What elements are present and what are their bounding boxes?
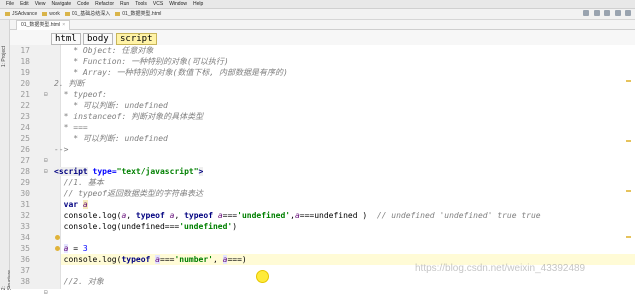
line-number: 18 bbox=[20, 57, 30, 66]
project-panel-toggle[interactable]: 1: Project bbox=[1, 46, 8, 67]
error-stripe-mark[interactable] bbox=[626, 190, 631, 192]
line-number: 27 bbox=[20, 156, 30, 165]
menu-item[interactable]: Code bbox=[77, 0, 89, 8]
line-number: 34 bbox=[20, 233, 30, 242]
error-stripe-mark[interactable] bbox=[626, 140, 631, 142]
menu-bar: File Edit View Navigate Code Refactor Run Tools… bbox=[0, 0, 635, 9]
fold-marker-icon[interactable]: ⊟ bbox=[44, 91, 51, 98]
intention-bulb-icon[interactable] bbox=[55, 246, 60, 251]
line-number: 37 bbox=[20, 266, 30, 275]
line-number: 20 bbox=[20, 79, 30, 88]
code-line[interactable]: --> bbox=[54, 144, 68, 155]
line-number: 19 bbox=[20, 68, 30, 77]
breadcrumb-body[interactable]: body bbox=[83, 33, 113, 45]
line-number: 25 bbox=[20, 134, 30, 143]
line-number: 32 bbox=[20, 211, 30, 220]
code-line[interactable]: * Array: 一种特别的对象(数值下标, 内部数据是有序的) bbox=[54, 67, 288, 78]
navigation-bar: JSAdvance work 01_基础总结深入 01_数据类型.html bbox=[0, 9, 635, 20]
line-number: 23 bbox=[20, 112, 30, 121]
code-line[interactable]: //2. 对象 bbox=[54, 276, 104, 287]
line-number: 24 bbox=[20, 123, 30, 132]
menu-item[interactable]: Help bbox=[193, 0, 203, 8]
stop-icon[interactable] bbox=[604, 10, 611, 16]
line-number: 26 bbox=[20, 145, 30, 154]
run-icon[interactable] bbox=[583, 10, 590, 16]
menu-item[interactable]: Refactor bbox=[95, 0, 114, 8]
line-number: 28 bbox=[20, 167, 30, 176]
menu-item[interactable]: Run bbox=[120, 0, 129, 8]
intention-bulb-icon[interactable] bbox=[55, 235, 60, 240]
editor-tab-bar: 01_数据类型.html × bbox=[10, 20, 635, 30]
code-line[interactable]: * 可以判断: undefined bbox=[54, 133, 168, 144]
nav-crumb[interactable]: 01_基础总结深入 bbox=[65, 9, 110, 19]
close-icon[interactable]: × bbox=[62, 22, 65, 28]
error-stripe-mark[interactable] bbox=[626, 80, 631, 82]
left-tool-strip: 1: Project 2: Structure bbox=[0, 20, 13, 290]
code-line[interactable]: * Object: 任意对象 bbox=[54, 45, 153, 56]
line-number: 22 bbox=[20, 101, 30, 110]
menu-item[interactable]: Tools bbox=[135, 0, 147, 8]
tag-breadcrumb: html body script bbox=[10, 30, 635, 45]
code-line[interactable]: * Function: 一种特别的对象(可以执行) bbox=[54, 56, 228, 67]
nav-crumb[interactable]: 01_数据类型.html bbox=[115, 9, 161, 19]
menu-item[interactable]: VCS bbox=[153, 0, 163, 8]
breadcrumb-script[interactable]: script bbox=[116, 33, 157, 45]
line-number: 33 bbox=[20, 222, 30, 231]
code-line[interactable]: * === bbox=[54, 122, 88, 133]
menu-item[interactable]: Edit bbox=[20, 0, 29, 8]
menu-item[interactable]: File bbox=[6, 0, 14, 8]
code-line[interactable]: //1. 基本 bbox=[54, 177, 104, 188]
structure-panel-toggle[interactable]: 2: Structure bbox=[1, 270, 13, 290]
nav-crumb[interactable]: work bbox=[42, 9, 60, 19]
menu-item[interactable]: View bbox=[35, 0, 46, 8]
search-icon[interactable] bbox=[625, 10, 631, 16]
fold-marker-icon[interactable]: ⊟ bbox=[44, 168, 51, 175]
code-line[interactable]: console.log(a, typeof a, typeof a==='und… bbox=[54, 210, 541, 221]
menu-item[interactable]: Navigate bbox=[51, 0, 71, 8]
code-line[interactable]: 2. 判断 bbox=[54, 78, 84, 89]
settings-icon[interactable] bbox=[614, 10, 621, 16]
mouse-cursor-highlight bbox=[256, 270, 269, 283]
code-line[interactable]: <script type="text/javascript"> bbox=[54, 166, 204, 177]
fold-marker-icon[interactable]: ⊟ bbox=[44, 289, 51, 296]
tab-file[interactable]: 01_数据类型.html × bbox=[16, 20, 71, 30]
line-number: 21 bbox=[20, 90, 30, 99]
fold-marker-icon[interactable]: ⊟ bbox=[44, 157, 51, 164]
error-stripe-mark[interactable] bbox=[626, 236, 631, 238]
tab-label: 01_数据类型.html bbox=[21, 22, 61, 28]
code-line[interactable]: // typeof返回数据类型的字符串表达 bbox=[54, 188, 203, 199]
debug-icon[interactable] bbox=[593, 10, 600, 16]
code-line[interactable]: console.log(undefined==='undefined') bbox=[54, 221, 237, 232]
code-line[interactable]: console.log(typeof a==='number', a===) bbox=[54, 254, 247, 265]
code-line[interactable]: * typeof: bbox=[54, 89, 107, 100]
line-number: 31 bbox=[20, 200, 30, 209]
toolbar-icons bbox=[580, 10, 631, 18]
line-number: 17 bbox=[20, 46, 30, 55]
breadcrumb-html[interactable]: html bbox=[51, 33, 81, 45]
nav-crumb[interactable]: JSAdvance bbox=[5, 9, 37, 19]
line-number: 29 bbox=[20, 178, 30, 187]
code-line[interactable]: var a bbox=[54, 199, 88, 210]
watermark: https://blog.csdn.net/weixin_43392489 bbox=[415, 263, 586, 274]
line-number: 38 bbox=[20, 277, 30, 286]
line-number: 35 bbox=[20, 244, 30, 253]
line-number: 36 bbox=[20, 255, 30, 264]
code-line[interactable]: * instanceof: 判断对象的具体类型 bbox=[54, 111, 203, 122]
menu-item[interactable]: Window bbox=[169, 0, 187, 8]
code-line[interactable]: * 可以判断: undefined bbox=[54, 100, 168, 111]
line-number: 30 bbox=[20, 189, 30, 198]
